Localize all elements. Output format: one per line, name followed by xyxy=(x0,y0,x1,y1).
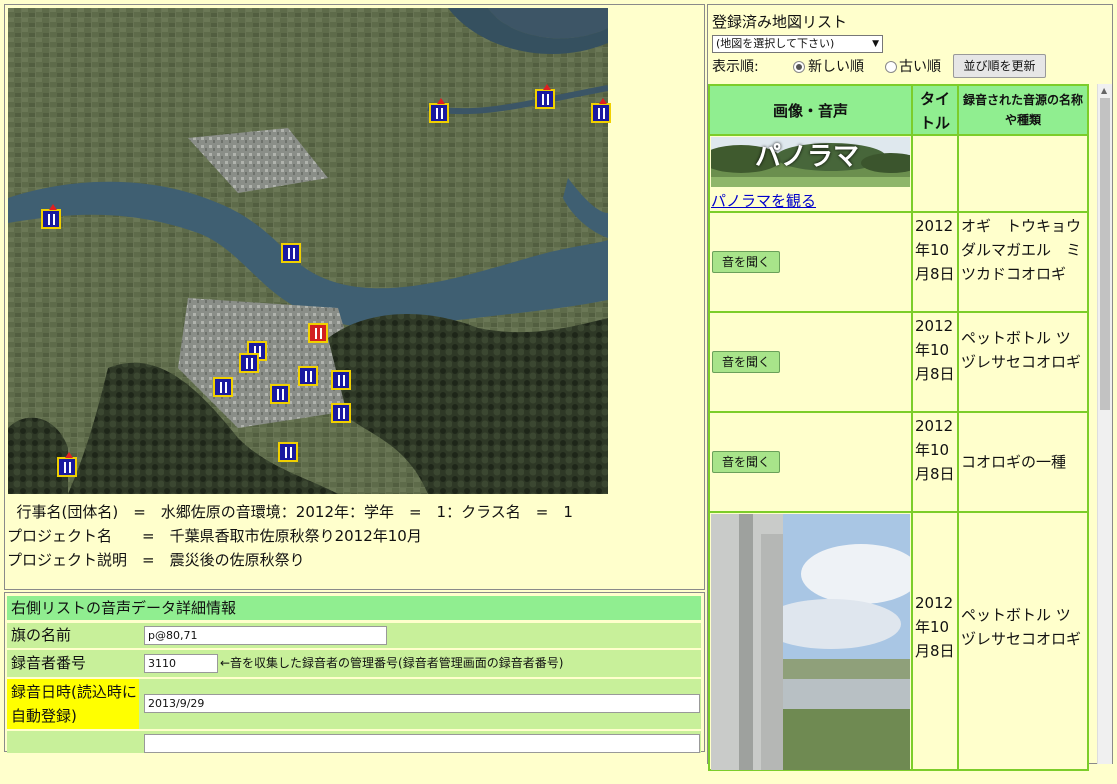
map-list-title: 登録済み地図リスト xyxy=(712,13,848,31)
flag-marker-icon[interactable] xyxy=(239,353,259,373)
row-title: 2012年10月8日 xyxy=(911,411,959,513)
detail-row-flag-name: 旗の名前 p@80,71 xyxy=(7,623,701,648)
radio-oldest-label: 古い順 xyxy=(899,59,941,75)
panorama-source-cell xyxy=(957,134,1089,213)
scroll-up-icon[interactable]: ▲ xyxy=(1101,86,1107,95)
flag-name-input[interactable]: p@80,71 xyxy=(144,626,387,645)
panorama-cell: パノラマ パノラマを観る xyxy=(708,134,913,213)
flag-marker-icon[interactable] xyxy=(308,323,328,343)
map-select[interactable]: (地図を選択して下さい) ▼ xyxy=(712,35,883,53)
panorama-link[interactable]: パノラマを観る xyxy=(711,190,816,211)
scrollbar-thumb[interactable] xyxy=(1100,98,1110,410)
row-title: 2012年10月8日 xyxy=(911,311,959,413)
radio-newest[interactable] xyxy=(793,61,805,73)
panorama-title-cell xyxy=(911,134,959,213)
update-order-button[interactable]: 並び順を更新 xyxy=(953,54,1046,78)
table-row: 音を聞く xyxy=(708,411,913,513)
row-title: 2012年10月8日 xyxy=(911,211,959,313)
panorama-banner-text: パノラマ xyxy=(755,142,860,172)
flag-marker-icon[interactable] xyxy=(331,370,351,390)
detail-row-rec-date: 録音日時(読込時に自動登録) 2013/9/29 xyxy=(7,679,701,729)
row-source: ペットボトル ツヅレサセコオロギ xyxy=(957,511,1089,771)
panorama-thumbnail[interactable]: パノラマ xyxy=(711,137,910,187)
sound-table: 画像・音声 タイトル 録音された音源の名称や種類 パノラマ パノラマを観る 音を… xyxy=(708,84,1114,784)
flag-marker-icon[interactable] xyxy=(57,452,77,477)
flag-marker-icon[interactable] xyxy=(270,384,290,404)
detail-row-next xyxy=(7,731,701,753)
detail-header: 右側リストの音声データ詳細情報 xyxy=(7,596,701,620)
project-group-line: 行事名(団体名) = 水郷佐原の音環境：2012年：学年 = 1：クラス名 = … xyxy=(7,503,573,521)
map-panel: 行事名(団体名) = 水郷佐原の音環境：2012年：学年 = 1：クラス名 = … xyxy=(4,4,705,590)
table-scrollbar[interactable]: ▲ xyxy=(1097,84,1112,764)
listen-button[interactable]: 音を聞く xyxy=(712,251,780,273)
radio-oldest[interactable] xyxy=(885,61,897,73)
project-desc-line: プロジェクト説明 = 震災後の佐原秋祭り xyxy=(7,551,305,569)
project-name-line: プロジェクト名 = 千葉県香取市佐原秋祭り2012年10月 xyxy=(7,527,422,545)
header-source: 録音された音源の名称や種類 xyxy=(957,84,1089,136)
flag-marker-icon[interactable] xyxy=(535,84,555,109)
header-title: タイトル xyxy=(911,84,959,136)
flag-name-label: 旗の名前 xyxy=(11,626,72,644)
recorder-label: 録音者番号 xyxy=(11,654,87,672)
row-title: 2012年10月8日 xyxy=(911,511,959,771)
rec-date-input[interactable]: 2013/9/29 xyxy=(144,694,700,713)
detail-row-recorder: 録音者番号 3110 ←音を収集した録音者の管理番号(録音者管理画面の録音者番号… xyxy=(7,650,701,677)
radio-newest-label: 新しい順 xyxy=(808,59,864,75)
flag-marker-icon[interactable] xyxy=(41,204,61,229)
table-row: 音を聞く xyxy=(708,211,913,313)
rec-date-label: 録音日時(読込時に自動登録) xyxy=(7,679,139,729)
satellite-image xyxy=(8,8,608,494)
flag-marker-icon[interactable] xyxy=(213,377,233,397)
flag-marker-icon[interactable] xyxy=(331,403,351,423)
map-select-value: (地図を選択して下さい) xyxy=(716,37,835,50)
recorder-note: ←音を収集した録音者の管理番号(録音者管理画面の録音者番号) xyxy=(220,656,564,670)
row-source: オギ トウキョウダルマガエル ミツカドコオロギ xyxy=(957,211,1089,313)
listen-button[interactable]: 音を聞く xyxy=(712,351,780,373)
flag-marker-icon[interactable] xyxy=(591,98,611,123)
row-photo[interactable] xyxy=(711,514,910,770)
flag-marker-icon[interactable] xyxy=(298,366,318,386)
order-label: 表示順: xyxy=(712,59,759,75)
row-source: ペットボトル ツヅレサセコオロギ xyxy=(957,311,1089,413)
flag-marker-icon[interactable] xyxy=(278,442,298,462)
recorder-input[interactable]: 3110 xyxy=(144,654,218,673)
listen-button[interactable]: 音を聞く xyxy=(712,451,780,473)
select-arrow-icon: ▼ xyxy=(872,39,879,49)
flag-marker-icon[interactable] xyxy=(281,243,301,263)
map-list-panel: 登録済み地図リスト (地図を選択して下さい) ▼ 表示順: 新しい順 古い順 並… xyxy=(707,4,1113,771)
table-row xyxy=(708,511,913,771)
row-source: コオロギの一種 xyxy=(957,411,1089,513)
photo-image xyxy=(711,514,910,770)
flag-marker-icon[interactable] xyxy=(429,98,449,123)
header-media: 画像・音声 xyxy=(708,84,913,136)
satellite-map[interactable] xyxy=(8,8,608,494)
detail-panel: 右側リストの音声データ詳細情報 旗の名前 p@80,71 録音者番号 3110 … xyxy=(4,592,705,753)
next-field-input[interactable] xyxy=(144,734,700,753)
table-row: 音を聞く xyxy=(708,311,913,413)
